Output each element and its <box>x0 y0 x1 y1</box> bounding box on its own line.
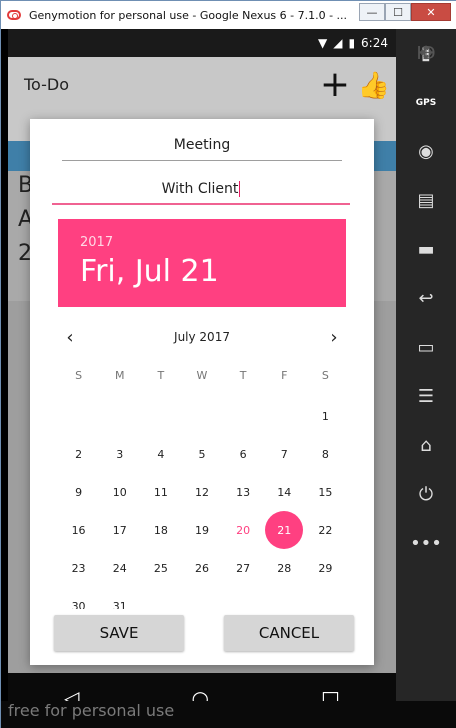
weekday-label: T <box>239 369 247 382</box>
date-dialog: Meeting With Client 2017 Fri, Jul 21 ‹ J… <box>30 119 374 665</box>
calendar-day[interactable]: 26 <box>181 549 222 587</box>
window-title: Genymotion for personal use - Google Nex… <box>29 8 348 22</box>
calendar-day[interactable]: 11 <box>140 473 181 511</box>
calendar-day[interactable]: 4 <box>140 435 181 473</box>
date-header: 2017 Fri, Jul 21 <box>58 219 346 307</box>
weekday-label: F <box>281 369 288 382</box>
calendar-empty-cell <box>223 397 264 435</box>
description-input[interactable]: With Client <box>52 181 350 205</box>
calendar-day[interactable]: 7 <box>264 435 305 473</box>
calendar-day[interactable]: 25 <box>140 549 181 587</box>
calendar-empty-cell <box>99 397 140 435</box>
watermark: free for personal use <box>8 701 175 720</box>
header-date[interactable]: Fri, Jul 21 <box>80 254 346 289</box>
weekday-label: T <box>157 369 165 382</box>
weekday-label: S <box>75 369 83 382</box>
calendar-day[interactable]: 8 <box>305 435 346 473</box>
calendar-day[interactable]: 14 <box>264 473 305 511</box>
window-controls: — ☐ ✕ <box>359 3 451 21</box>
power-icon[interactable]: ⏻ <box>396 470 456 519</box>
calendar-day[interactable]: 15 <box>305 473 346 511</box>
calendar-day[interactable]: 31 <box>99 587 140 610</box>
calendar-day[interactable]: 5 <box>181 435 222 473</box>
cancel-button[interactable]: CANCEL <box>224 615 354 651</box>
recent-apps-icon[interactable]: ▭ <box>396 323 456 372</box>
rss-icon[interactable]: ◜ <box>396 29 456 78</box>
calendar-day[interactable]: 12 <box>181 473 222 511</box>
add-icon[interactable]: + <box>320 67 350 103</box>
status-bar: ▼ ◢ ▮ 6:24 <box>8 29 396 57</box>
calendar-day[interactable]: 24 <box>99 549 140 587</box>
description-input-value: With Client <box>161 181 239 197</box>
calendar-empty-cell <box>58 397 99 435</box>
save-button[interactable]: SAVE <box>54 615 184 651</box>
calendar-day[interactable]: 28 <box>264 549 305 587</box>
selected-day[interactable]: 21 <box>265 511 304 549</box>
calendar-empty-cell <box>181 397 222 435</box>
calendar-day[interactable]: 10 <box>99 473 140 511</box>
app-screen: To-Do + 👍 B A 2 Meeting With Client 2017 <box>8 57 396 673</box>
weekday-label: M <box>114 369 125 382</box>
title-bar: Genymotion for personal use - Google Nex… <box>1 1 456 29</box>
calendar-day[interactable]: 6 <box>223 435 264 473</box>
weekday-label: W <box>196 369 208 382</box>
calendar-day[interactable]: 2 <box>58 435 99 473</box>
month-label: July 2017 <box>174 330 230 344</box>
header-year[interactable]: 2017 <box>80 235 346 250</box>
close-button[interactable]: ✕ <box>411 3 451 21</box>
maximize-button[interactable]: ☐ <box>385 3 411 21</box>
calendar-day[interactable]: 19 <box>181 511 222 549</box>
calendar-day[interactable]: 18 <box>140 511 181 549</box>
thumbs-up-icon[interactable]: 👍 <box>358 71 390 101</box>
calendar-day[interactable]: 16 <box>58 511 99 549</box>
camera-icon[interactable]: ◉ <box>396 127 456 176</box>
weekday-label: S <box>321 369 329 382</box>
calendar-day[interactable]: 17 <box>99 511 140 549</box>
calendar-day[interactable]: 9 <box>58 473 99 511</box>
title-input-value: Meeting <box>173 137 231 153</box>
calendar-day[interactable]: 22 <box>305 511 346 549</box>
calendar-day[interactable]: 3 <box>99 435 140 473</box>
home-nav-icon[interactable]: ⌂ <box>396 421 456 470</box>
back-nav-icon[interactable]: ↩ <box>396 274 456 323</box>
weekday-header: SMTWTFS <box>58 369 346 382</box>
chevron-right-icon[interactable]: › <box>322 325 346 349</box>
capture-icon[interactable]: ▤ <box>396 176 456 225</box>
calendar-viewport: 1 2 3 4 5 6 7 8 9 10 11 12 13 14 15 16 17 18 19 20 21 22 23 24 2… <box>58 397 346 610</box>
battery-icon: ▮ <box>348 36 356 50</box>
genymotion-sidebar: ▮ GPS ◉ ▤ ✥ ID ◜ ▬ ↩ ▭ ☰ ⌂ ⏻ ••• <box>396 29 456 701</box>
more-icon[interactable]: ••• <box>396 519 456 568</box>
calendar-empty-cell <box>264 397 305 435</box>
app-title: To-Do <box>24 75 70 94</box>
minimize-button[interactable]: — <box>359 3 385 21</box>
gps-icon[interactable]: GPS <box>396 78 456 127</box>
wifi-icon: ▼ <box>317 36 328 50</box>
calendar-grid: 1 2 3 4 5 6 7 8 9 10 11 12 13 14 15 16 17 18 19 20 21 22 23 24 2… <box>58 397 346 610</box>
dialog-actions: SAVE CANCEL <box>54 615 354 651</box>
calendar-day[interactable]: 30 <box>58 587 99 610</box>
chevron-left-icon[interactable]: ‹ <box>58 325 82 349</box>
calendar-day[interactable]: 20 <box>223 511 264 549</box>
device-frame: ▼ ◢ ▮ 6:24 To-Do + 👍 B A 2 Meeting With … <box>1 29 396 723</box>
calendar-day[interactable]: 29 <box>305 549 346 587</box>
calendar-day[interactable]: 27 <box>223 549 264 587</box>
calendar-day[interactable]: 1 <box>305 397 346 435</box>
calendar-empty-cell <box>140 397 181 435</box>
sms-icon[interactable]: ▬ <box>396 225 456 274</box>
signal-icon: ◢ <box>333 36 343 50</box>
calendar-day[interactable]: 21 <box>264 511 305 549</box>
title-input[interactable]: Meeting <box>62 137 342 161</box>
text-cursor <box>239 181 241 197</box>
calendar-day[interactable]: 23 <box>58 549 99 587</box>
status-time: 6:24 <box>361 36 388 50</box>
menu-icon[interactable]: ☰ <box>396 372 456 421</box>
genymotion-logo <box>7 10 21 20</box>
emulator-window: Genymotion for personal use - Google Nex… <box>0 0 456 728</box>
calendar-day[interactable]: 13 <box>223 473 264 511</box>
month-navigation: ‹ July 2017 › <box>58 325 346 349</box>
